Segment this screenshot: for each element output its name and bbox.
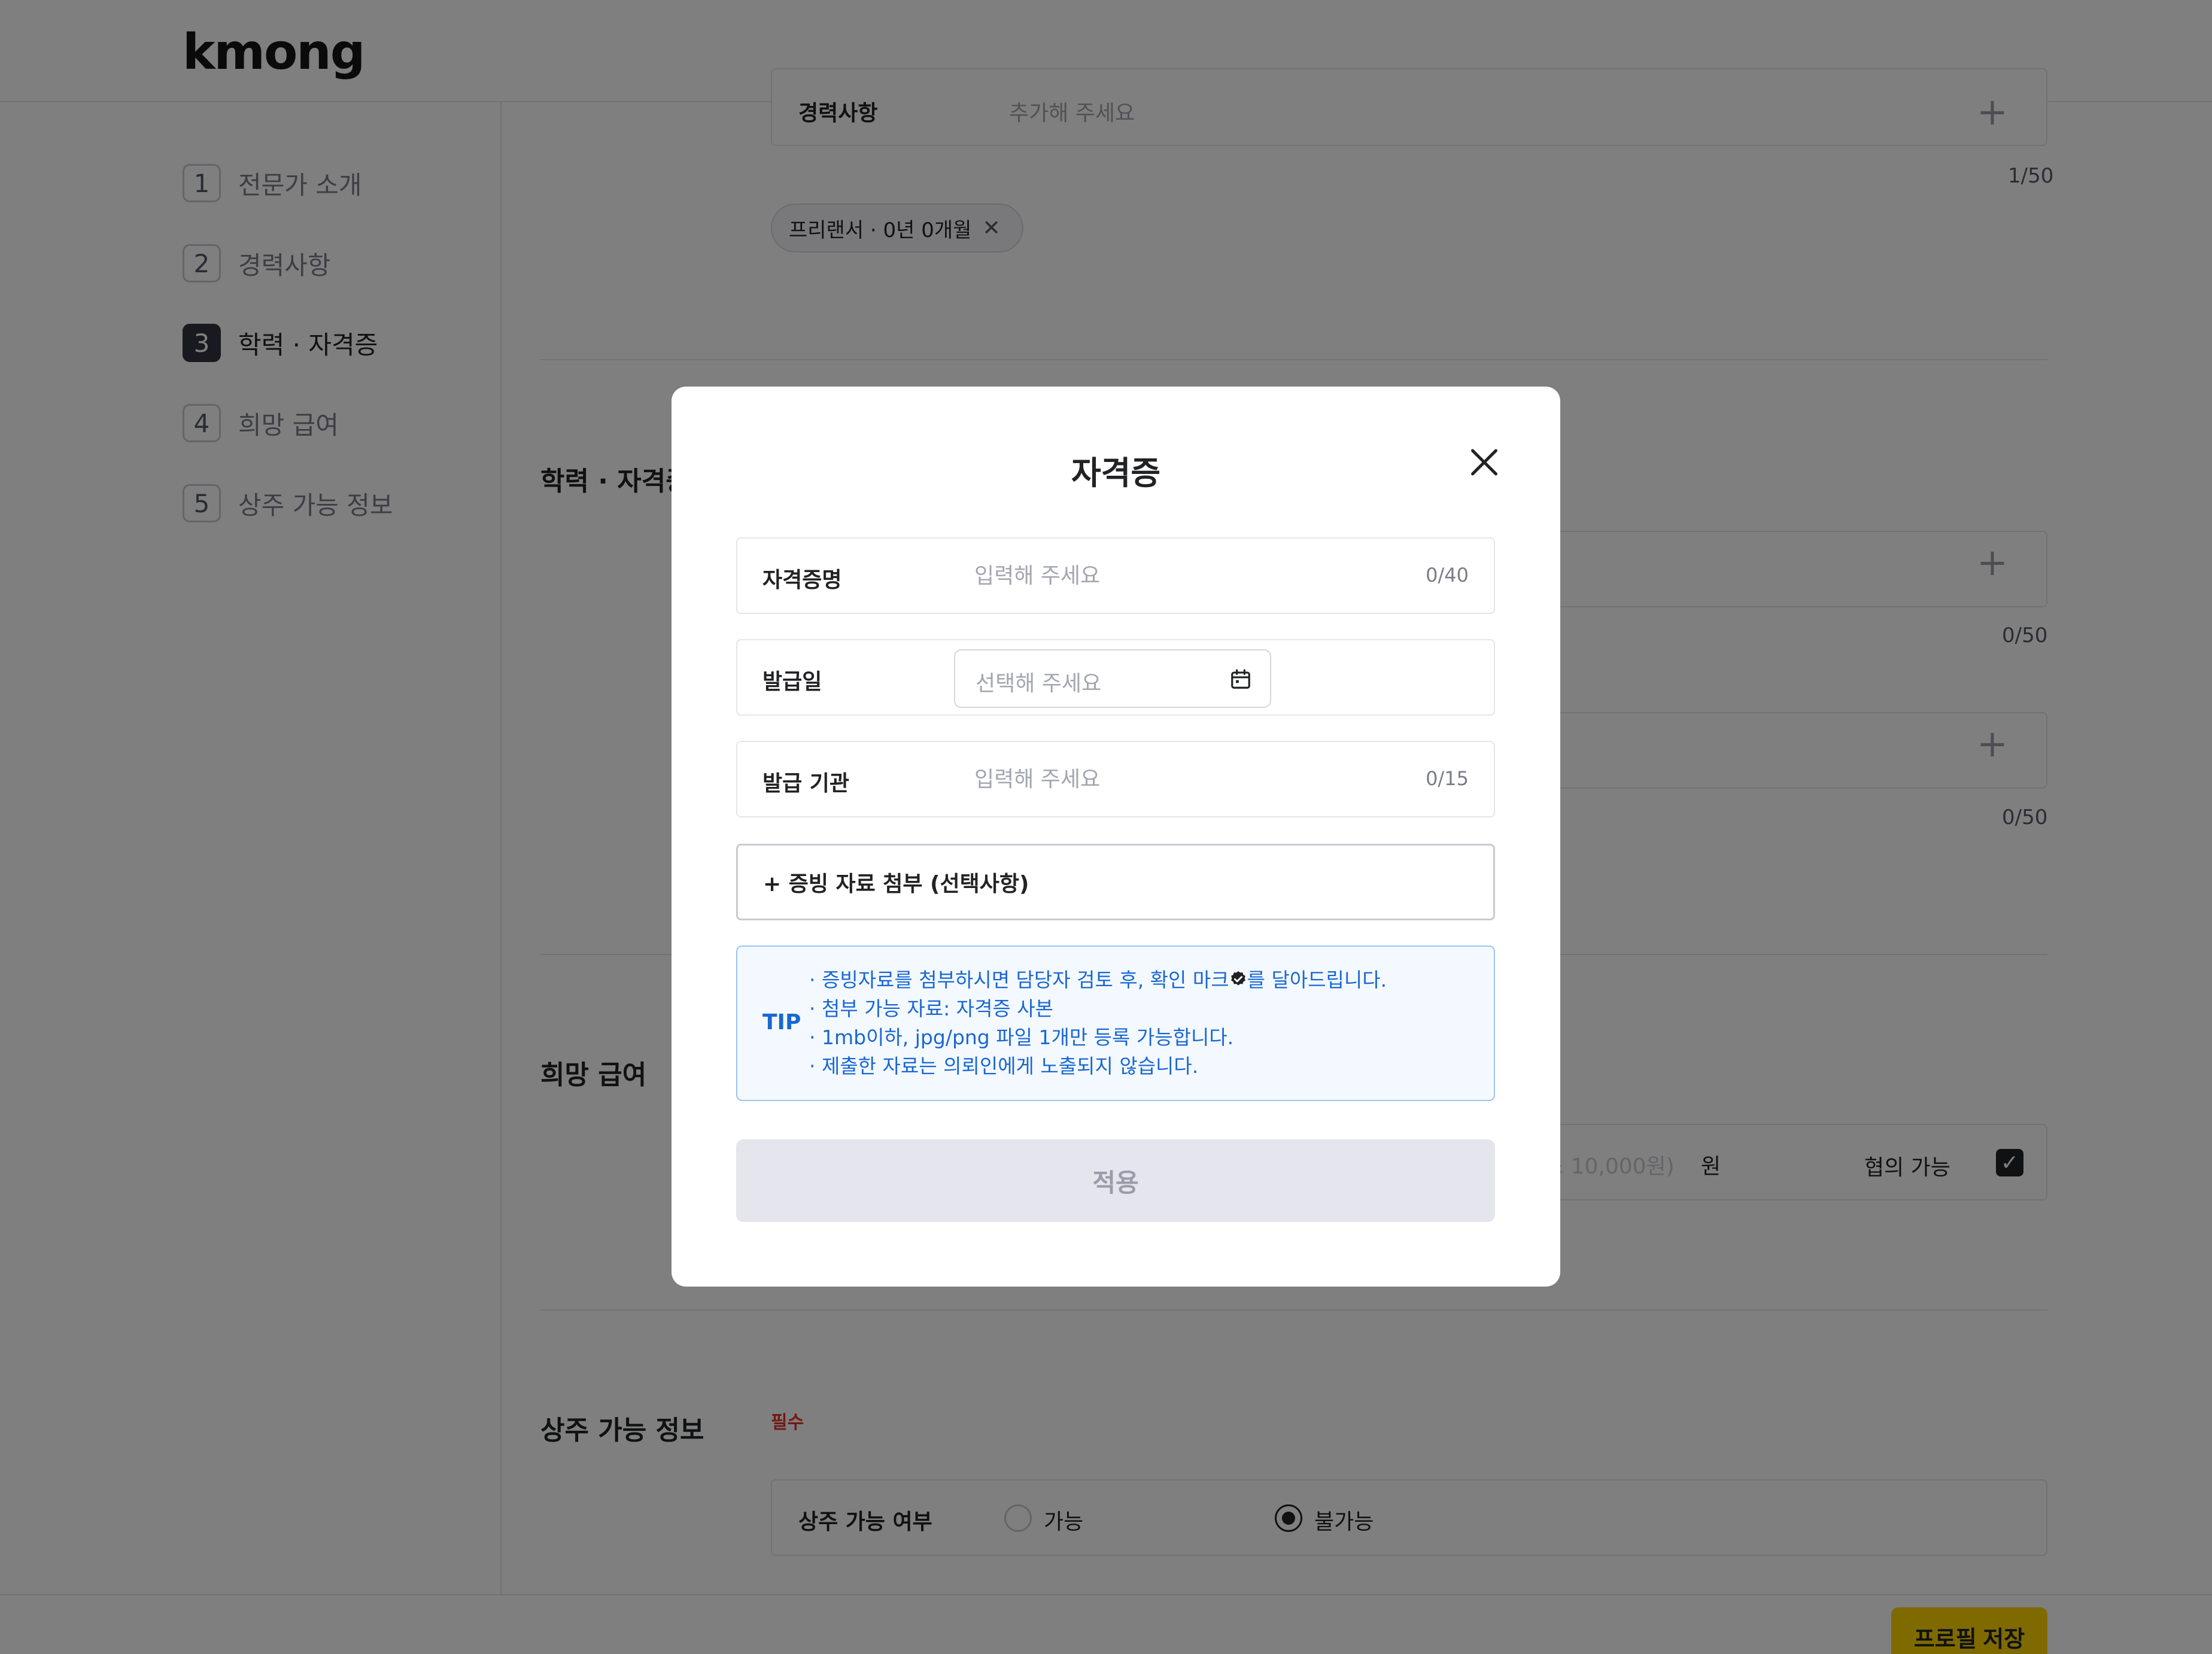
calendar-icon [1231,669,1250,689]
cert-name-input[interactable] [974,557,1393,595]
issuer-input[interactable] [974,760,1393,798]
issue-date-picker[interactable]: 선택해 주세요 [954,649,1271,708]
tip-line: · 증빙자료를 첨부하시면 담당자 검토 후, 확인 마크 를 달아드립니다. [809,968,1387,992]
tip-list: · 증빙자료를 첨부하시면 담당자 검토 후, 확인 마크 를 달아드립니다. ·… [809,966,1387,1081]
certificate-modal: 자격증 자격증명 0/40 발급일 선택해 주세요 발급 기관 0/15 + 증… [672,387,1560,1287]
tip-line: · 1mb이하, jpg/png 파일 1개만 등록 가능합니다. [809,1026,1234,1049]
issue-date-label: 발급일 [762,670,822,694]
modal-title: 자격증 [1071,454,1161,492]
cert-name-count: 0/40 [1426,564,1469,586]
issue-date-row: 발급일 선택해 주세요 [736,639,1495,716]
tip-label: TIP [762,1010,801,1035]
close-icon[interactable] [1459,437,1509,487]
issuer-label: 발급 기관 [762,771,850,796]
issuer-count: 0/15 [1426,767,1469,790]
issue-date-placeholder: 선택해 주세요 [976,671,1102,696]
tip-box: TIP · 증빙자료를 첨부하시면 담당자 검토 후, 확인 마크 를 달아드립니… [736,945,1495,1101]
issuer-row: 발급 기관 0/15 [736,741,1495,817]
cert-name-label: 자격증명 [762,568,842,592]
tip-line: · 제출한 자료는 의뢰인에게 노출되지 않습니다. [809,1054,1199,1078]
cert-name-row: 자격증명 0/40 [736,537,1495,614]
apply-button[interactable]: 적용 [736,1139,1495,1222]
verified-check-icon [1230,971,1245,986]
attach-proof-button[interactable]: + 증빙 자료 첨부 (선택사항) [736,844,1495,920]
tip-line: · 첨부 가능 자료: 자격증 사본 [809,997,1054,1020]
